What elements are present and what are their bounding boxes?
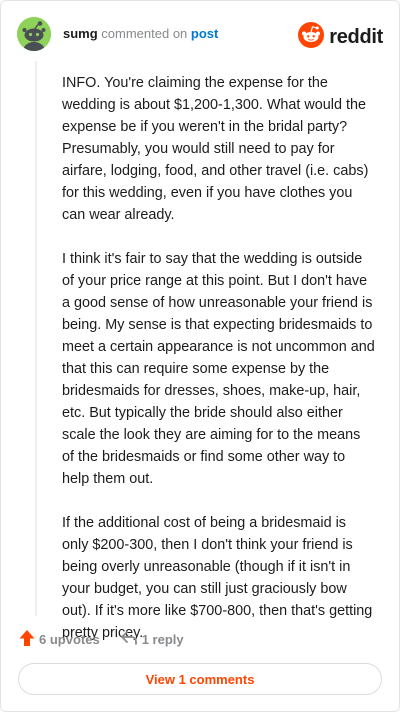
reply-button[interactable]: 1 reply [120, 630, 184, 649]
upvotes-count: 6 upvotes [39, 632, 100, 647]
view-comments-button[interactable]: View 1 comments [18, 663, 382, 695]
comment-meta: sumg commented on post [63, 26, 218, 41]
comment-paragraph: If the additional cost of being a brides… [62, 515, 373, 641]
post-link[interactable]: post [191, 26, 218, 41]
reply-arrow-icon [120, 630, 138, 649]
comment-paragraph: I think it's fair to say that the weddin… [62, 251, 375, 487]
comment-paragraph: INFO. You're claiming the expense for th… [62, 75, 369, 223]
upvote-arrow-icon [19, 629, 35, 650]
user-avatar[interactable] [17, 17, 51, 51]
view-comments-label: View 1 comments [145, 671, 255, 687]
comment-header: sumg commented on post reddit [15, 15, 385, 55]
snoo-avatar-icon [17, 17, 51, 51]
username-link[interactable]: sumg [63, 26, 98, 41]
comment-actions: 6 upvotes 1 reply [19, 629, 184, 650]
reddit-brand[interactable]: reddit [298, 22, 383, 53]
upvote-button[interactable]: 6 upvotes [19, 629, 100, 650]
reddit-snoo-logo-icon [298, 22, 325, 53]
comment-body: INFO. You're claiming the expense for th… [62, 72, 376, 666]
brand-name: reddit [329, 26, 383, 48]
comment-card: sumg commented on post reddit INFO. You'… [0, 0, 400, 712]
action-text: commented on [101, 26, 188, 41]
reply-count: 1 reply [141, 632, 184, 647]
thread-line[interactable] [35, 61, 37, 616]
